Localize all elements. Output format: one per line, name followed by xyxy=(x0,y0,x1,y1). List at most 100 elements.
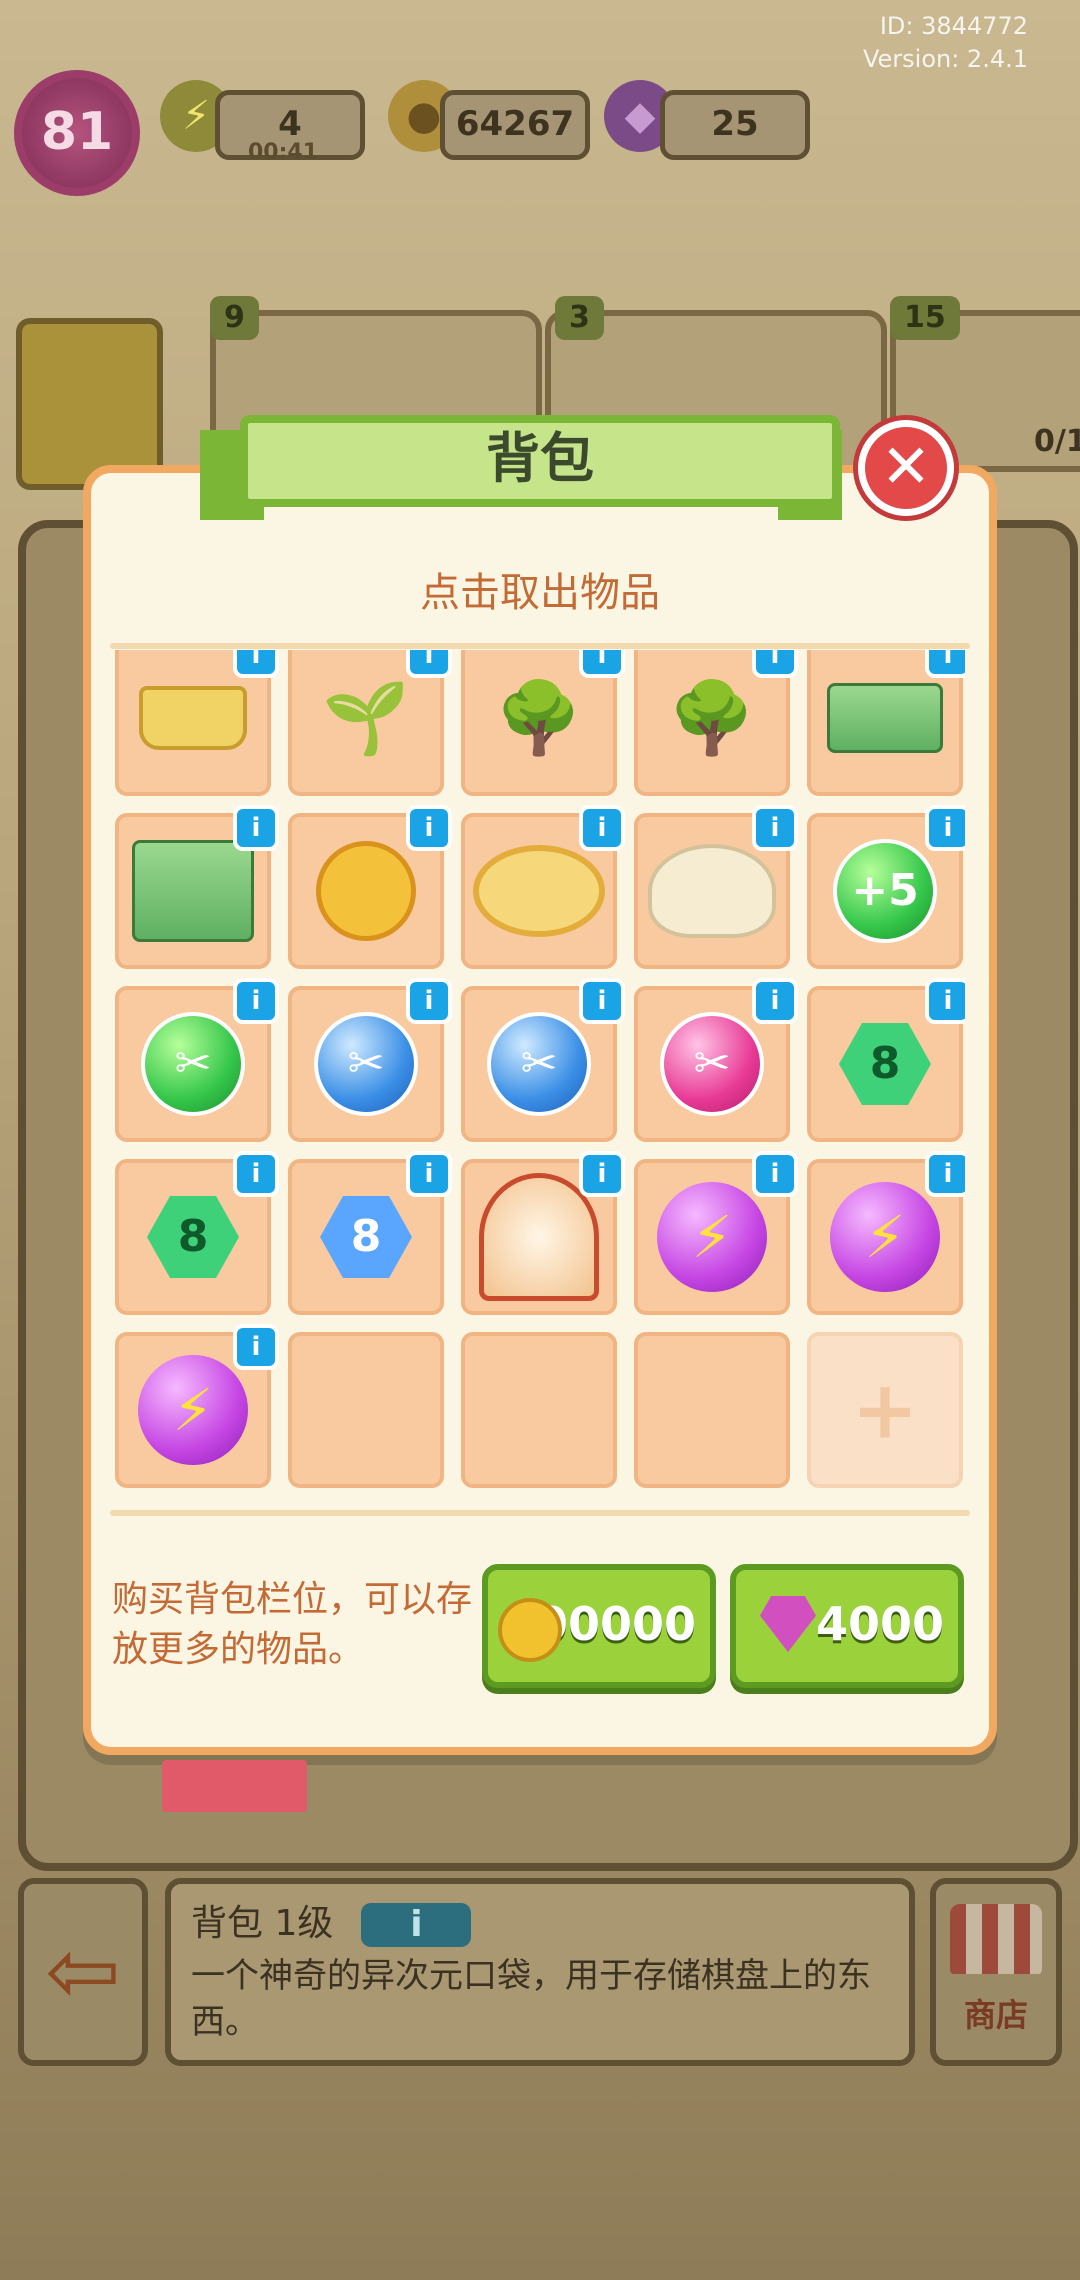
info-icon[interactable]: i xyxy=(579,805,625,851)
inventory-slot[interactable]: 8i xyxy=(115,1151,279,1315)
hourglass-green-item: 8 xyxy=(147,1196,239,1278)
inventory-slot[interactable]: 8i xyxy=(807,978,965,1142)
info-icon[interactable]: i xyxy=(233,1151,279,1197)
info-icon[interactable]: i xyxy=(752,805,798,851)
version-text: Version: 2.4.1 xyxy=(862,45,1028,73)
flower-tree-item: 🌳 xyxy=(495,677,583,759)
shop-icon xyxy=(950,1904,1042,1974)
plus5-orb-item: +5 xyxy=(833,839,937,943)
add-slot-button[interactable]: + xyxy=(807,1332,963,1488)
inventory-slot[interactable]: 🌳 i xyxy=(634,650,798,796)
info-icon[interactable]: i xyxy=(752,650,798,678)
energy-orb-item: ⚡ xyxy=(657,1182,767,1292)
hourglass-blue-item: 8 xyxy=(320,1196,412,1278)
gem-counter[interactable]: 25 xyxy=(660,90,810,160)
inventory-slot[interactable]: i xyxy=(115,805,279,969)
info-icon[interactable]: i xyxy=(233,650,279,678)
hourglass-green-item: 8 xyxy=(839,1023,931,1105)
inventory-slot[interactable]: ✂ i xyxy=(461,978,625,1142)
buy-with-coins-button[interactable]: 100000 xyxy=(482,1564,716,1688)
info-icon[interactable]: i xyxy=(406,650,452,678)
flower-tree-item: 🌳 xyxy=(668,677,756,759)
info-icon[interactable]: i xyxy=(406,805,452,851)
info-icon[interactable]: i xyxy=(406,978,452,1024)
info-icon[interactable]: i xyxy=(925,1151,965,1197)
inventory-slot[interactable]: i xyxy=(634,805,798,969)
duck-float-item xyxy=(473,845,605,937)
inventory-slot[interactable]: ✂ i xyxy=(288,978,452,1142)
info-icon[interactable]: i xyxy=(752,1151,798,1197)
empty-slot[interactable] xyxy=(634,1332,790,1488)
inventory-slot[interactable]: ✂ i xyxy=(115,978,279,1142)
inventory-slot[interactable]: ⚡ i xyxy=(634,1151,798,1315)
info-icon[interactable]: i xyxy=(925,650,965,678)
player-id: ID: 3844772 xyxy=(879,12,1028,40)
divider-bottom xyxy=(110,1510,970,1516)
energy-orb-item: ⚡ xyxy=(138,1355,248,1465)
sprout-pot-item: 🌱 xyxy=(322,677,410,759)
star-badge: 9 xyxy=(210,296,259,340)
star-badge: 3 xyxy=(555,296,604,340)
duck-plush-item xyxy=(648,844,776,938)
level-badge[interactable]: 81 xyxy=(14,70,140,196)
id-version-label: ID: 3844772 Version: 2.4.1 xyxy=(863,10,1028,76)
inventory-slot[interactable]: i xyxy=(807,650,965,796)
coin-icon xyxy=(498,1598,562,1662)
close-icon: ✕ xyxy=(880,432,932,502)
gem-icon xyxy=(760,1596,816,1652)
info-icon[interactable]: i xyxy=(925,805,965,851)
buy-with-gems-button[interactable]: 4000 xyxy=(730,1564,964,1688)
basket-item xyxy=(139,686,247,750)
inventory-slot[interactable]: i xyxy=(461,805,625,969)
info-icon[interactable]: i xyxy=(233,805,279,851)
cash-pile-item xyxy=(132,840,254,942)
exit-button[interactable]: ⇦ xyxy=(18,1878,148,2066)
inventory-slot[interactable]: i xyxy=(115,650,279,796)
shop-label: 商店 xyxy=(963,1996,1028,2034)
inventory-slot[interactable]: 🌱 i xyxy=(288,650,452,796)
inventory-grid: i 🌱 i 🌳 i 🌳 i i i i i i +5 i ✂ i ✂ i ✂ i ✂ i 8 i 8 i 8 i i ⚡ i ⚡ i ⚡ i + xyxy=(115,650,965,1490)
buy-gems-price: 4000 xyxy=(815,1597,944,1651)
info-icon[interactable]: i xyxy=(233,1324,279,1370)
info-icon[interactable]: i xyxy=(579,1151,625,1197)
shop-button[interactable]: 商店 xyxy=(930,1878,1062,2066)
plus-icon: + xyxy=(851,1363,919,1457)
exit-icon: ⇦ xyxy=(45,1919,121,2024)
inventory-slot[interactable]: +5 i xyxy=(807,805,965,969)
star-badge: 15 xyxy=(890,296,960,340)
info-button[interactable]: i xyxy=(361,1903,472,1947)
inventory-slot[interactable]: ⚡ i xyxy=(807,1151,965,1315)
inventory-slot[interactable]: 8i xyxy=(288,1151,452,1315)
scissors-blue-orb-item: ✂ xyxy=(314,1012,418,1116)
info-icon[interactable]: i xyxy=(233,978,279,1024)
trophy-progress: 0/1 xyxy=(1034,424,1080,459)
medal-item xyxy=(316,841,416,941)
item-info-panel: 背包 1级 i 一个神奇的异次元口袋，用于存储棋盘上的东西。 xyxy=(165,1878,915,2066)
coin-counter[interactable]: 64267 xyxy=(440,90,590,160)
item-title: 背包 1级 xyxy=(191,1903,334,1944)
info-icon[interactable]: i xyxy=(579,978,625,1024)
empty-slot[interactable] xyxy=(288,1332,444,1488)
info-icon[interactable]: i xyxy=(406,1151,452,1197)
dialog-subtitle: 点击取出物品 xyxy=(420,570,660,616)
info-icon[interactable]: i xyxy=(752,978,798,1024)
dialog-title: 背包 xyxy=(240,415,840,507)
divider-top xyxy=(110,643,970,649)
inventory-slot[interactable]: i xyxy=(461,1151,625,1315)
scissors-blue-orb-item: ✂ xyxy=(487,1012,591,1116)
close-button[interactable]: ✕ xyxy=(858,420,954,516)
item-description: 一个神奇的异次元口袋，用于存储棋盘上的东西。 xyxy=(191,1956,871,2042)
energy-timer: 00:41 xyxy=(248,140,319,165)
scissors-green-orb-item: ✂ xyxy=(141,1012,245,1116)
inventory-slot[interactable]: ✂ i xyxy=(634,978,798,1142)
cash-bundle-item xyxy=(827,683,943,753)
inventory-slot[interactable]: 🌳 i xyxy=(461,650,625,796)
info-icon[interactable]: i xyxy=(925,978,965,1024)
scissors-pink-orb-item: ✂ xyxy=(660,1012,764,1116)
buy-slot-text: 购买背包栏位，可以存放更多的物品。 xyxy=(112,1579,473,1670)
energy-orb-item: ⚡ xyxy=(830,1182,940,1292)
info-icon[interactable]: i xyxy=(579,650,625,678)
inventory-slot[interactable]: ⚡ i xyxy=(115,1324,279,1488)
inventory-slot[interactable]: i xyxy=(288,805,452,969)
empty-slot[interactable] xyxy=(461,1332,617,1488)
